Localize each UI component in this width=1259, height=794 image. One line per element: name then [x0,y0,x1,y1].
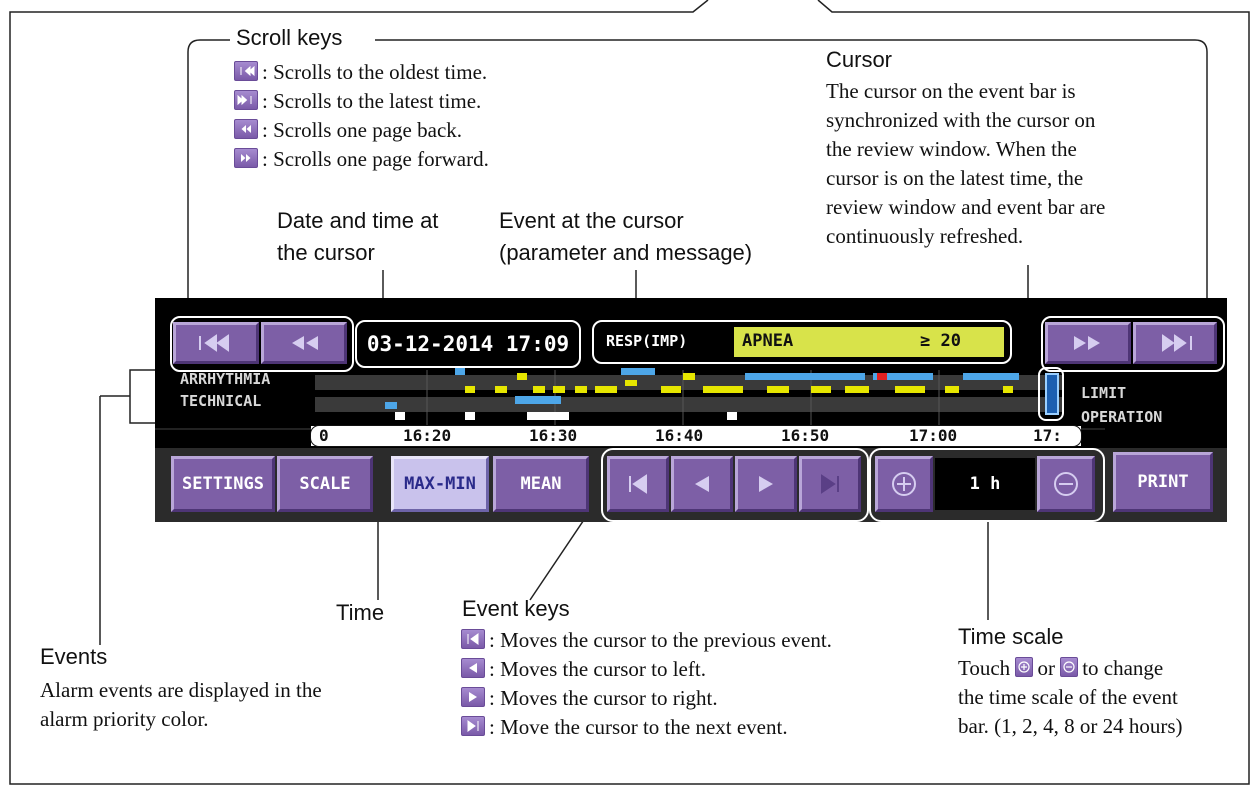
event-bar-panel: 03-12-2014 17:09 RESP(IMP) APNEA ≥ 20 AR… [155,298,1227,522]
event-keys-highlight [601,448,869,522]
prev-event-icon [461,629,485,649]
skip-first-icon [234,61,258,81]
scroll-key-item: : Scrolls to the latest time. [234,87,489,116]
event-keys-list: : Moves the cursor to the previous event… [461,626,832,742]
page-back-icon [234,119,258,139]
scale-button[interactable]: SCALE [277,456,373,512]
events-title: Events [40,644,108,669]
event-key-item: : Moves the cursor to the previous event… [461,626,832,655]
scroll-keys-title: Scroll keys [236,25,343,50]
circle-plus-icon [1015,657,1034,677]
time-scale-title: Time scale [958,624,1064,649]
page-forward-icon [234,148,258,168]
cursor-title: Cursor [826,47,893,72]
event-keys-title: Event keys [462,596,570,621]
time-scale-description: Touch or to change the time scale of the… [958,656,1183,738]
mean-button[interactable]: MEAN [493,456,589,512]
event-key-item: : Move the cursor to the next event. [461,713,832,742]
time-axis-highlight [310,425,1082,447]
cursor-description: The cursor on the event bar is synchroni… [826,79,1106,248]
timeline-cursor [1045,373,1059,415]
time-scale-highlight [869,448,1105,522]
events-description: Alarm events are displayed in the alarm … [40,678,322,731]
print-button[interactable]: PRINT [1113,452,1213,512]
event-key-item: : Moves the cursor to left. [461,655,832,684]
scroll-keys-list: : Scrolls to the oldest time. : Scrolls … [234,58,489,174]
event-key-item: : Moves the cursor to right. [461,684,832,713]
event-at-cursor-callout: Event at the cursor (parameter and messa… [499,208,753,265]
skip-last-icon [234,90,258,110]
max-min-button[interactable]: MAX-MIN [391,456,489,512]
cursor-left-icon [461,658,485,678]
next-event-icon [461,716,485,736]
time-title: Time [336,600,385,625]
settings-button[interactable]: SETTINGS [171,456,275,512]
datetime-callout: Date and time at the cursor [277,208,439,265]
scroll-key-item: : Scrolls one page back. [234,116,489,145]
circle-minus-icon [1060,657,1079,677]
scroll-key-item: : Scrolls one page forward. [234,145,489,174]
scroll-key-item: : Scrolls to the oldest time. [234,58,489,87]
cursor-right-icon [461,687,485,707]
